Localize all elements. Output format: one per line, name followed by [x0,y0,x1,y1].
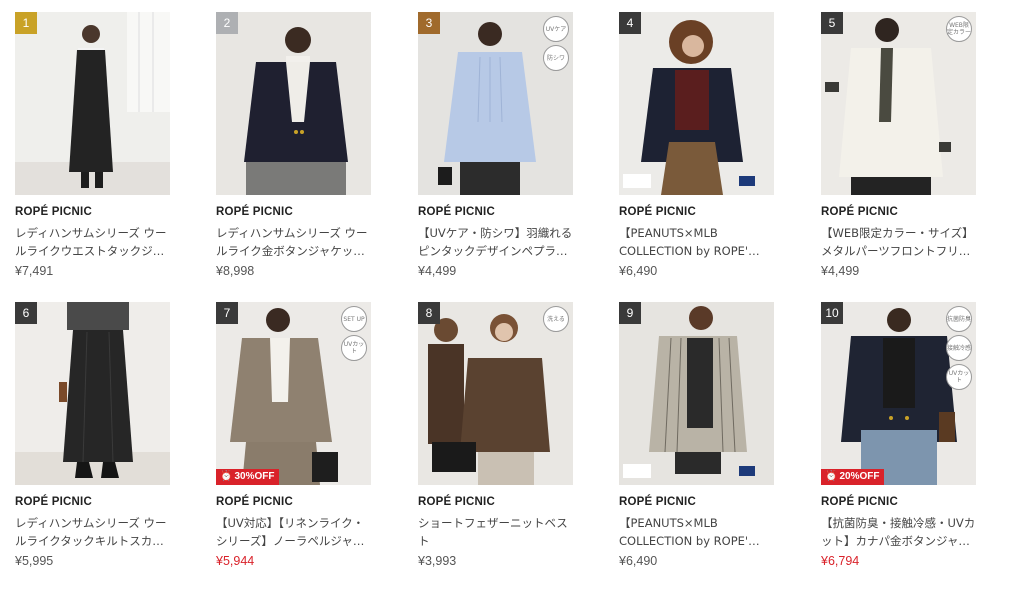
product-image[interactable]: 5 WEB限定カラー [821,12,976,195]
rank-badge: 6 [15,302,37,324]
product-card[interactable]: 8 洗える ROPÉ PICNIC ショートフェザーニットベスト ¥3,993 [418,302,573,568]
product-photo [216,12,371,195]
product-card[interactable]: 5 WEB限定カラー ROPÉ PICNIC 【WEB限定カラー・サイズ】メタル… [821,12,976,278]
product-price: ¥5,995 [15,554,54,568]
product-photo [619,12,774,195]
brand-name: ROPÉ PICNIC [821,496,898,508]
brand-name: ROPÉ PICNIC [216,496,293,508]
product-price: ¥3,993 [418,554,457,568]
alarm-clock-icon: ⏰ [825,471,838,482]
uv-cut-badge: UVカット [341,335,367,361]
product-price: ¥6,490 [619,264,658,278]
product-card[interactable]: 1 ROPÉ PICNIC レディハンサムシリーズ ウールライクウエストタックジ… [15,12,170,278]
washable-badge: 洗える [543,306,569,332]
product-image[interactable]: 1 [15,12,170,195]
feature-badges: UVケア 防シワ [543,16,569,71]
product-card[interactable]: 2 ROPÉ PICNIC レディハンサムシリーズ ウールライク金ボタンジャケッ… [216,12,371,278]
product-title[interactable]: 【PEANUTS×MLB COLLECTION by ROPE'… [619,224,774,260]
feature-badges: SET UP UVカット [341,306,367,361]
brand-name: ROPÉ PICNIC [418,496,495,508]
product-title[interactable]: レディハンサムシリーズ ウールライクタックキルトスカ… [15,514,170,550]
product-image[interactable]: 7 SET UP UVカット ⏰ 30%OFF [216,302,371,485]
product-title[interactable]: 【PEANUTS×MLB COLLECTION by ROPE'… [619,514,774,550]
feature-badges: 抗菌防臭 接触冷感 UVカット [946,306,972,390]
rank-badge: 9 [619,302,641,324]
feature-badges: WEB限定カラー [946,16,972,42]
uv-cut-badge: UVカット [946,364,972,390]
product-photo [15,302,170,485]
discount-badge: ⏰ 30%OFF [216,469,280,485]
product-photo [15,12,170,195]
product-price: ¥4,499 [821,264,860,278]
product-card[interactable]: 6 ROPÉ PICNIC レディハンサムシリーズ ウールライクタックキルトスカ… [15,302,170,568]
brand-name: ROPÉ PICNIC [619,496,696,508]
product-card[interactable]: 4 ROPÉ PICNIC 【PEANUTS×MLB COLLECTION by… [619,12,774,278]
product-image[interactable]: 6 [15,302,170,485]
product-title[interactable]: 【UVケア・防シワ】羽織れるピンタックデザインペプラ… [418,224,573,260]
brand-name: ROPÉ PICNIC [15,496,92,508]
product-price: ¥4,499 [418,264,457,278]
rank-badge: 4 [619,12,641,34]
product-image[interactable]: 3 UVケア 防シワ [418,12,573,195]
product-price: ¥6,794 [821,554,860,568]
web-limited-badge: WEB限定カラー [946,16,972,42]
product-image[interactable]: 2 [216,12,371,195]
product-title[interactable]: レディハンサムシリーズ ウールライク金ボタンジャケッ… [216,224,371,260]
brand-name: ROPÉ PICNIC [216,206,293,218]
product-price: ¥6,490 [619,554,658,568]
product-card[interactable]: 3 UVケア 防シワ ROPÉ PICNIC 【UVケア・防シワ】羽織れるピンタ… [418,12,573,278]
product-image[interactable]: 4 [619,12,774,195]
rank-badge: 8 [418,302,440,324]
product-price: ¥7,491 [15,264,54,278]
uv-care-badge: UVケア [543,16,569,42]
rank-badge: 5 [821,12,843,34]
rank-badge: 1 [15,12,37,34]
product-image[interactable]: 10 抗菌防臭 接触冷感 UVカット ⏰ 20%OFF [821,302,976,485]
product-image[interactable]: 9 [619,302,774,485]
product-card[interactable]: 10 抗菌防臭 接触冷感 UVカット ⏰ 20%OFF ROPÉ PICNIC 【… [821,302,976,568]
rank-badge: 10 [821,302,843,324]
alarm-clock-icon: ⏰ [220,471,233,482]
rank-badge: 2 [216,12,238,34]
wrinkle-proof-badge: 防シワ [543,45,569,71]
product-photo [619,302,774,485]
discount-badge: ⏰ 20%OFF [821,469,885,485]
product-title[interactable]: 【抗菌防臭・接触冷感・UVカット】カナパ金ボタンジャ… [821,514,976,550]
product-image[interactable]: 8 洗える [418,302,573,485]
brand-name: ROPÉ PICNIC [821,206,898,218]
brand-name: ROPÉ PICNIC [619,206,696,218]
setup-badge: SET UP [341,306,367,332]
product-title[interactable]: 【UV対応】【リネンライク・シリーズ】ノーラペルジャ… [216,514,371,550]
product-card[interactable]: 7 SET UP UVカット ⏰ 30%OFF ROPÉ PICNIC 【UV対応… [216,302,371,568]
product-price: ¥5,944 [216,554,255,568]
product-title[interactable]: レディハンサムシリーズ ウールライクウエストタックジ… [15,224,170,260]
brand-name: ROPÉ PICNIC [418,206,495,218]
feature-badges: 洗える [543,306,569,332]
rank-badge: 7 [216,302,238,324]
cool-touch-badge: 接触冷感 [946,335,972,361]
product-price: ¥8,998 [216,264,255,278]
product-card[interactable]: 9 ROPÉ PICNIC 【PEANUTS×MLB COLLECTION by… [619,302,774,568]
antibacterial-badge: 抗菌防臭 [946,306,972,332]
product-title[interactable]: ショートフェザーニットベスト [418,514,573,550]
rank-badge: 3 [418,12,440,34]
product-title[interactable]: 【WEB限定カラー・サイズ】メタルパーツフロントフリ… [821,224,976,260]
brand-name: ROPÉ PICNIC [15,206,92,218]
